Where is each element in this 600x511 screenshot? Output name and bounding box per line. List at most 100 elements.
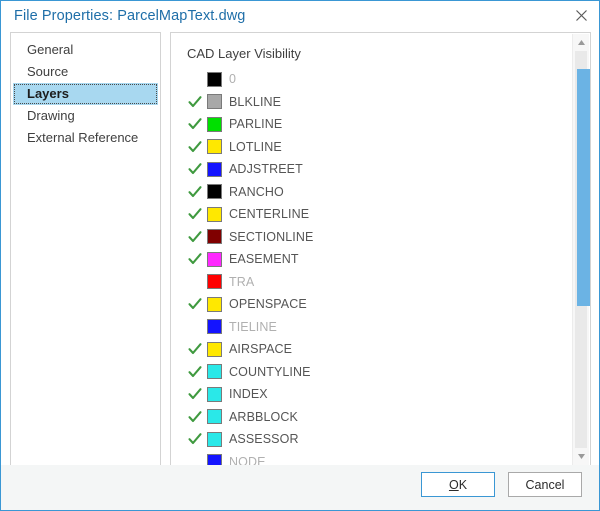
- layer-name: OPENSPACE: [229, 297, 307, 312]
- layer-name: TIELINE: [229, 319, 277, 334]
- check-icon: [188, 410, 202, 424]
- layer-name: ARBBLOCK: [229, 409, 298, 424]
- layer-color-swatch: [207, 431, 222, 447]
- layer-name: LOTLINE: [229, 139, 282, 154]
- sidebar-item-drawing[interactable]: Drawing: [11, 105, 160, 127]
- layer-row[interactable]: TIELINE: [171, 316, 572, 339]
- layer-color-swatch: [207, 116, 222, 132]
- layer-row[interactable]: BLKLINE: [171, 91, 572, 114]
- layer-list[interactable]: 0 BLKLINE PARLINE LOTLINE ADJSTREET RANCHO CEN…: [171, 68, 572, 466]
- window-title: File Properties: ParcelMapText.dwg: [14, 8, 246, 24]
- layer-color-swatch: [207, 341, 222, 357]
- dialog-footer: OK Cancel: [1, 465, 599, 510]
- ok-button[interactable]: OK: [421, 472, 495, 497]
- layer-name: COUNTYLINE: [229, 364, 311, 379]
- layer-name: ASSESSOR: [229, 432, 299, 447]
- layer-color-swatch: [207, 161, 222, 177]
- layer-visibility-checkbox[interactable]: [183, 432, 207, 446]
- layer-visibility-checkbox[interactable]: [183, 207, 207, 221]
- close-button[interactable]: [563, 1, 599, 30]
- layer-color-swatch: [207, 206, 222, 222]
- layer-color-swatch: [207, 409, 222, 425]
- layer-row[interactable]: ARBBLOCK: [171, 406, 572, 429]
- layer-color-swatch: [207, 319, 222, 335]
- layer-row[interactable]: TRA: [171, 271, 572, 294]
- dialog-body: General Source Layers Drawing External R…: [1, 31, 599, 467]
- layer-color-swatch: [207, 386, 222, 402]
- layer-row[interactable]: CENTERLINE: [171, 203, 572, 226]
- check-icon: [188, 117, 202, 131]
- layer-row[interactable]: LOTLINE: [171, 136, 572, 159]
- check-icon: [188, 162, 202, 176]
- layer-row[interactable]: SECTIONLINE: [171, 226, 572, 249]
- layer-name: 0: [229, 72, 237, 87]
- layer-visibility-checkbox[interactable]: [183, 365, 207, 379]
- layer-visibility-checkbox[interactable]: [183, 117, 207, 131]
- layer-name: PARLINE: [229, 117, 283, 132]
- check-icon: [188, 342, 202, 356]
- panel-heading: CAD Layer Visibility: [187, 46, 301, 61]
- check-icon: [188, 185, 202, 199]
- layer-row[interactable]: INDEX: [171, 383, 572, 406]
- layer-visibility-checkbox[interactable]: [183, 410, 207, 424]
- layer-visibility-checkbox[interactable]: [183, 185, 207, 199]
- layer-name: TRA: [229, 274, 255, 289]
- check-icon: [188, 297, 202, 311]
- layer-row[interactable]: COUNTYLINE: [171, 361, 572, 384]
- layer-row[interactable]: 0: [171, 68, 572, 91]
- layer-visibility-checkbox[interactable]: [183, 297, 207, 311]
- scrollbar-thumb[interactable]: [577, 69, 590, 306]
- layer-visibility-checkbox[interactable]: [183, 342, 207, 356]
- triangle-down-icon: [577, 453, 586, 460]
- sidebar-item-general[interactable]: General: [11, 39, 160, 61]
- triangle-up-icon: [577, 39, 586, 46]
- layer-visibility-checkbox[interactable]: [183, 387, 207, 401]
- layer-color-swatch: [207, 71, 222, 87]
- sidebar-item-layers[interactable]: Layers: [13, 83, 158, 105]
- layer-color-swatch: [207, 251, 222, 267]
- layer-row[interactable]: EASEMENT: [171, 248, 572, 271]
- ok-label-mnemonic: O: [448, 477, 459, 492]
- sidebar-item-source[interactable]: Source: [11, 61, 160, 83]
- layer-name: AIRSPACE: [229, 342, 293, 357]
- cad-layer-visibility-panel: CAD Layer Visibility 0 BLKLINE PARLINE LOTL…: [170, 32, 591, 467]
- cancel-button[interactable]: Cancel: [508, 472, 582, 497]
- layer-color-swatch: [207, 94, 222, 110]
- scroll-down-button[interactable]: [573, 448, 590, 465]
- layer-name: SECTIONLINE: [229, 229, 314, 244]
- ok-label-rest: K: [458, 477, 468, 492]
- layer-name: EASEMENT: [229, 252, 299, 267]
- layer-row[interactable]: RANCHO: [171, 181, 572, 204]
- layer-visibility-checkbox[interactable]: [183, 140, 207, 154]
- layer-color-swatch: [207, 296, 222, 312]
- layer-color-swatch: [207, 139, 222, 155]
- layer-name: CENTERLINE: [229, 207, 310, 222]
- category-list: General Source Layers Drawing External R…: [10, 32, 161, 467]
- scrollbar-track[interactable]: [575, 51, 590, 448]
- layer-row[interactable]: ASSESSOR: [171, 428, 572, 451]
- check-icon: [188, 95, 202, 109]
- scroll-up-button[interactable]: [573, 34, 590, 51]
- layer-name: ADJSTREET: [229, 162, 303, 177]
- layer-name: RANCHO: [229, 184, 284, 199]
- layer-color-swatch: [207, 184, 222, 200]
- layer-row[interactable]: PARLINE: [171, 113, 572, 136]
- check-icon: [188, 230, 202, 244]
- layer-visibility-checkbox[interactable]: [183, 230, 207, 244]
- layer-visibility-checkbox[interactable]: [183, 252, 207, 266]
- layer-visibility-checkbox[interactable]: [183, 95, 207, 109]
- layer-visibility-checkbox[interactable]: [183, 162, 207, 176]
- layer-row[interactable]: ADJSTREET: [171, 158, 572, 181]
- sidebar-item-external-reference[interactable]: External Reference: [11, 127, 160, 149]
- vertical-scrollbar[interactable]: [572, 34, 590, 465]
- layer-row[interactable]: NODE: [171, 451, 572, 466]
- layer-row[interactable]: AIRSPACE: [171, 338, 572, 361]
- check-icon: [188, 140, 202, 154]
- check-icon: [188, 387, 202, 401]
- check-icon: [188, 207, 202, 221]
- layer-name: INDEX: [229, 387, 268, 402]
- layer-color-swatch: [207, 364, 222, 380]
- check-icon: [188, 252, 202, 266]
- layer-name: BLKLINE: [229, 94, 282, 109]
- layer-row[interactable]: OPENSPACE: [171, 293, 572, 316]
